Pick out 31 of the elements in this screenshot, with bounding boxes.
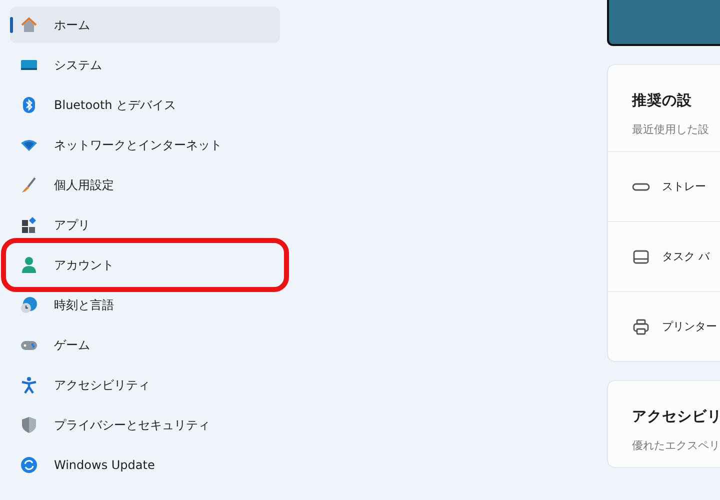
sync-icon: [20, 456, 38, 474]
sidebar-item[interactable]: プライバシーとセキュリティ: [10, 407, 280, 443]
sidebar-item[interactable]: アプリ: [10, 207, 280, 243]
card-title: アクセシビリ: [632, 408, 720, 426]
sidebar-item[interactable]: システム: [10, 47, 280, 83]
globe-clock-icon: [20, 296, 38, 314]
printer-icon: [632, 318, 650, 336]
settings-row[interactable]: プリンター: [608, 291, 720, 361]
sidebar-item[interactable]: 時刻と言語: [10, 287, 280, 323]
sidebar-item[interactable]: アカウント: [10, 247, 280, 283]
accessibility-icon: [20, 376, 38, 394]
apps-icon: [20, 216, 38, 234]
card-subtitle: 優れたエクスペリ: [632, 438, 720, 453]
sidebar-item[interactable]: ネットワークとインターネット: [10, 127, 280, 163]
home-icon: [20, 16, 38, 34]
settings-row[interactable]: ストレー: [608, 151, 720, 221]
card-title: 推奨の設: [632, 92, 693, 110]
selection-indicator: [10, 17, 13, 33]
settings-row[interactable]: タスク バ: [608, 221, 720, 291]
sidebar-item[interactable]: ゲーム: [10, 327, 280, 363]
sidebar-item[interactable]: Bluetooth とデバイス: [10, 87, 280, 123]
sidebar-item[interactable]: Windows Update: [10, 447, 280, 483]
sidebar-item[interactable]: ホーム: [10, 7, 280, 43]
sidebar-item[interactable]: 個人用設定: [10, 167, 280, 203]
person-icon: [20, 256, 38, 274]
card-subtitle: 最近使用した設: [632, 122, 710, 137]
taskbar-icon: [632, 248, 650, 266]
sidebar-item[interactable]: アクセシビリティ: [10, 367, 280, 403]
bluetooth-icon: [20, 96, 38, 114]
shield-icon: [20, 416, 38, 434]
brush-icon: [20, 176, 38, 194]
